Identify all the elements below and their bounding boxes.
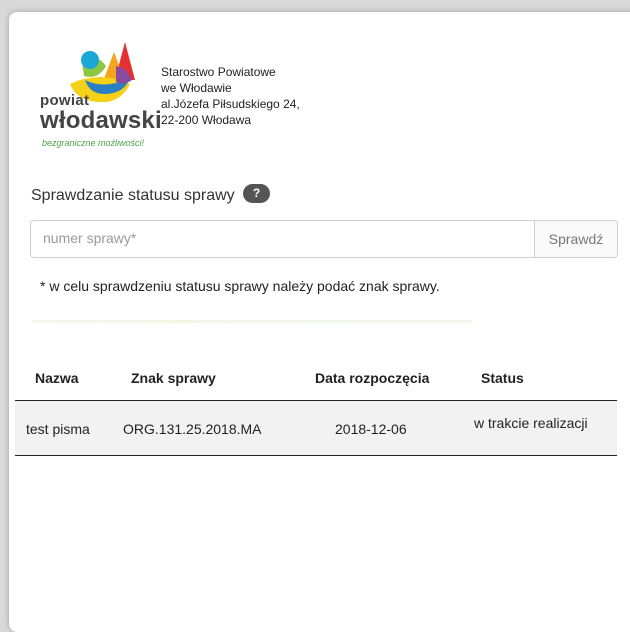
cell-name: test pisma xyxy=(26,421,90,437)
table-row: test pisma ORG.131.25.2018.MA 2018-12-06… xyxy=(15,400,617,456)
address-line-1: Starostwo Powiatowe xyxy=(161,65,276,79)
column-header-name: Nazwa xyxy=(35,370,79,386)
case-number-input[interactable] xyxy=(31,221,545,255)
address-line-3: al.Józefa Piłsudskiego 24, xyxy=(161,97,300,111)
check-button[interactable]: Sprawdź xyxy=(534,221,617,257)
case-number-search: Sprawdź xyxy=(30,220,618,258)
column-header-status: Status xyxy=(481,370,524,386)
column-header-case-number: Znak sprawy xyxy=(131,370,216,386)
logo-slogan: bezgraniczne możliwości! xyxy=(42,138,145,148)
column-header-start-date: Data rozpoczęcia xyxy=(315,370,430,386)
section-title: Sprawdzanie statusu sprawy xyxy=(31,187,235,204)
required-field-note: * w celu sprawdzeniu statusu sprawy nale… xyxy=(40,278,440,294)
logo-text-wlodawski: włodawski xyxy=(40,107,162,134)
address-line-2: we Włodawie xyxy=(161,81,232,95)
cell-start-date: 2018-12-06 xyxy=(335,421,407,437)
address-line-4: 22-200 Włodawa xyxy=(161,113,252,127)
office-address: Starostwo Powiatowe we Włodawie al.Józef… xyxy=(161,64,300,128)
cell-case-number: ORG.131.25.2018.MA xyxy=(123,421,262,437)
cell-status: w trakcie realizacji xyxy=(474,415,588,431)
divider xyxy=(32,320,472,323)
help-icon[interactable]: ? xyxy=(243,184,270,203)
